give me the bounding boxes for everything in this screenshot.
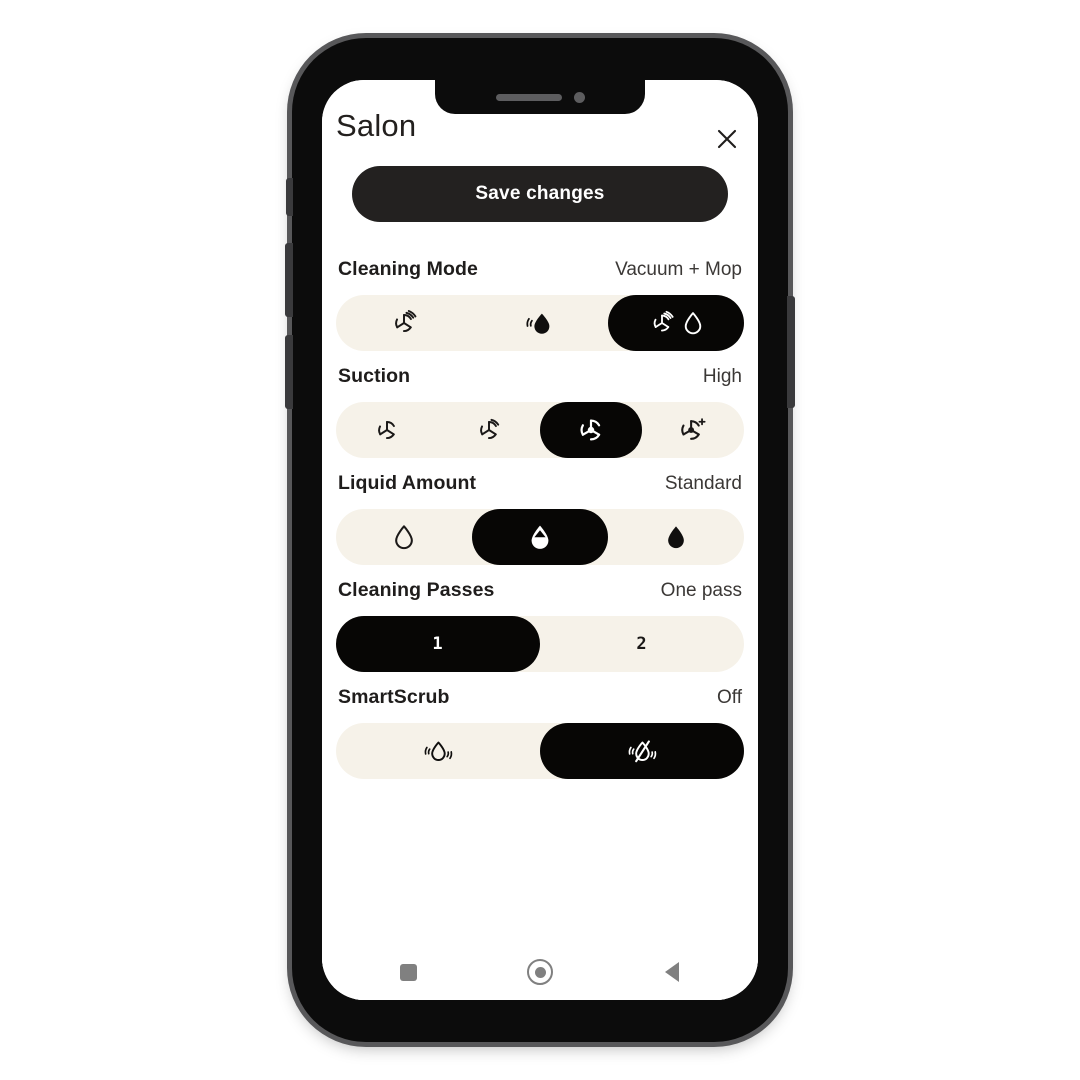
liquid-amount-segmented-control[interactable] <box>336 509 744 565</box>
nav-back-button[interactable] <box>652 952 692 992</box>
setting-label: Liquid Amount <box>338 472 477 494</box>
square-recents-icon <box>399 963 417 981</box>
segment-quiet[interactable] <box>336 402 438 458</box>
nav-home-button[interactable] <box>520 952 560 992</box>
scrub-drop-icon <box>424 741 453 761</box>
setting-liquid-amount: Liquid Amount Standard <box>322 472 758 565</box>
setting-header: Cleaning Passes One pass <box>336 579 744 616</box>
segment-high[interactable] <box>608 509 744 565</box>
triangle-back-icon <box>665 962 679 982</box>
setting-label: Cleaning Mode <box>338 258 478 280</box>
fan-icon <box>653 310 674 332</box>
segment-vacuum[interactable] <box>336 295 472 351</box>
segment-standard[interactable] <box>438 402 540 458</box>
segment-smartscrub-on[interactable] <box>336 723 540 779</box>
setting-header: Cleaning Mode Vacuum + Mop <box>336 258 744 295</box>
segment-mop[interactable] <box>472 295 608 351</box>
setting-header: Suction High <box>336 365 744 402</box>
water-drop-icon <box>526 313 550 334</box>
setting-value: Standard <box>664 473 742 494</box>
drop-filled-icon <box>668 526 684 549</box>
front-camera-icon <box>573 91 585 103</box>
setting-header: Liquid Amount Standard <box>336 472 744 509</box>
setting-suction: Suction High <box>322 365 758 458</box>
volume-down-button[interactable] <box>285 335 293 409</box>
nav-recents-button[interactable] <box>388 952 428 992</box>
setting-value: Off <box>717 687 742 708</box>
segment-vacuum-and-mop[interactable] <box>608 295 744 351</box>
phone-screen: Salon Save changes Cleaning Mode Vacuum … <box>322 80 758 1000</box>
settings-list: Cleaning Mode Vacuum + Mop Suction High … <box>322 222 758 944</box>
fan-turbo-plus-icon <box>681 418 706 440</box>
segment-label: 1 <box>432 634 444 654</box>
circle-home-icon <box>527 959 553 985</box>
volume-up-button[interactable] <box>285 243 293 317</box>
room-settings-sheet: Salon Save changes Cleaning Mode Vacuum … <box>322 80 758 1000</box>
notch <box>435 80 645 114</box>
setting-label: Cleaning Passes <box>338 579 495 601</box>
cleaning-passes-segmented-control[interactable]: 1 2 <box>336 616 744 672</box>
setting-cleaning-passes: Cleaning Passes One pass 1 2 <box>322 579 758 672</box>
segment-low[interactable] <box>336 509 472 565</box>
smartscrub-segmented-control[interactable] <box>336 723 744 779</box>
mute-switch-button[interactable] <box>286 178 293 216</box>
circle-home-dot-icon <box>534 966 546 978</box>
fan-icon <box>395 310 417 333</box>
save-changes-button[interactable]: Save changes <box>352 166 728 222</box>
segment-standard[interactable] <box>472 509 608 565</box>
segment-high[interactable] <box>540 402 642 458</box>
segment-one-pass[interactable]: 1 <box>336 616 540 672</box>
drop-outline-icon <box>684 312 702 335</box>
power-button[interactable] <box>787 296 795 408</box>
suction-segmented-control[interactable] <box>336 402 744 458</box>
page-title: Salon <box>336 108 417 143</box>
segment-label: 2 <box>636 634 648 654</box>
segment-turbo[interactable] <box>642 402 744 458</box>
close-button[interactable] <box>710 122 744 156</box>
android-nav-bar <box>322 944 758 1000</box>
fan-and-drop-icon <box>648 309 704 337</box>
close-icon <box>717 129 737 149</box>
setting-value: Vacuum + Mop <box>615 259 742 280</box>
setting-smartscrub: SmartScrub Off <box>322 686 758 779</box>
fan-standard-icon <box>480 418 500 440</box>
phone-frame: Salon Save changes Cleaning Mode Vacuum … <box>285 38 795 1042</box>
setting-label: Suction <box>338 365 411 387</box>
speaker-grill-icon <box>495 93 562 101</box>
setting-label: SmartScrub <box>338 686 450 708</box>
save-changes-label: Save changes <box>475 183 605 204</box>
segment-two-passes[interactable]: 2 <box>540 616 744 672</box>
scrub-drop-off-icon <box>628 740 657 763</box>
drop-half-filled-icon <box>531 525 549 549</box>
cleaning-mode-segmented-control[interactable] <box>336 295 744 351</box>
setting-header: SmartScrub Off <box>336 686 744 723</box>
segment-smartscrub-off[interactable] <box>540 723 744 779</box>
fan-high-icon <box>580 419 601 441</box>
setting-cleaning-mode: Cleaning Mode Vacuum + Mop <box>322 258 758 351</box>
setting-value: High <box>702 366 742 387</box>
drop-outline-icon <box>395 525 413 550</box>
fan-quiet-icon <box>378 421 395 440</box>
setting-value: One pass <box>660 580 742 601</box>
